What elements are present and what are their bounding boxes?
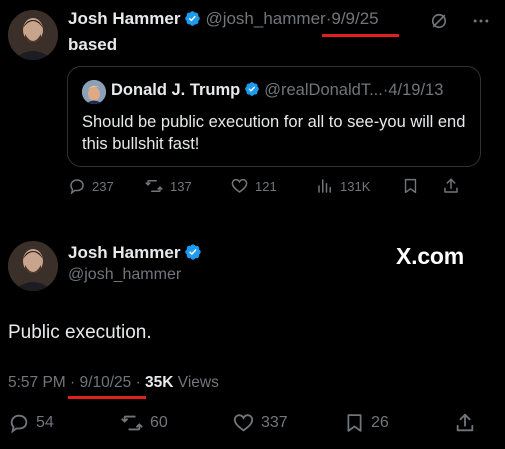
post2-date-annotation-underline — [68, 396, 146, 399]
share-icon — [454, 412, 476, 434]
quoted-author-avatar[interactable] — [82, 80, 106, 104]
post1-author-avatar[interactable] — [8, 10, 58, 60]
verified-badge-icon — [184, 243, 202, 261]
post2-meta: 5:57 PM · 9/10/25 · 35K Views — [8, 374, 219, 392]
repost-icon — [120, 412, 144, 434]
share-button[interactable] — [454, 412, 476, 434]
x-com-watermark: X.com — [396, 243, 465, 269]
like-count: 337 — [261, 414, 288, 431]
like-icon — [230, 177, 249, 195]
repost-count: 137 — [170, 178, 192, 194]
repost-button[interactable]: 60 — [120, 412, 232, 434]
quoted-author-name[interactable]: Donald J. Trump — [111, 81, 240, 99]
post2-handle[interactable]: @josh_hammer — [68, 266, 181, 284]
reply-count: 237 — [92, 178, 114, 194]
share-icon — [442, 177, 460, 195]
grok-icon[interactable] — [429, 11, 449, 36]
reply-button[interactable]: 54 — [8, 412, 120, 434]
quoted-header: Donald J. Trump @realDonaldT...·4/19/13 — [111, 81, 443, 100]
post1-author-name[interactable]: Josh Hammer — [68, 9, 180, 28]
post1-date-annotation-underline — [322, 34, 399, 37]
post1-header: Josh Hammer @josh_hammer·9/9/25 — [68, 9, 379, 29]
like-button[interactable]: 121 — [230, 177, 316, 195]
like-count: 121 — [255, 178, 277, 194]
repost-count: 60 — [150, 414, 168, 431]
post2-separator: · — [135, 374, 141, 391]
bookmark-icon — [344, 412, 365, 434]
verified-badge-icon — [244, 81, 260, 97]
verified-badge-icon — [184, 10, 201, 27]
post2-views-count[interactable]: 35K — [145, 374, 173, 391]
more-icon[interactable] — [471, 11, 491, 36]
bookmark-icon — [402, 177, 419, 195]
views-icon — [316, 177, 334, 195]
quoted-post[interactable]: Donald J. Trump @realDonaldT...·4/19/13 S… — [67, 66, 481, 167]
bookmark-button[interactable] — [402, 177, 442, 195]
views-count: 131K — [340, 178, 371, 194]
reply-icon — [8, 412, 30, 434]
post2-separator: · — [70, 374, 76, 391]
quoted-text: Should be public execution for all to se… — [82, 113, 466, 153]
quoted-date[interactable]: 4/19/13 — [388, 81, 443, 99]
post1-date[interactable]: 9/9/25 — [331, 9, 378, 28]
post2-time[interactable]: 5:57 PM — [8, 374, 66, 391]
post2-author-avatar[interactable] — [8, 241, 58, 291]
reply-button[interactable]: 237 — [68, 177, 144, 195]
post1-text: based — [68, 35, 118, 54]
reply-icon — [68, 177, 86, 195]
quoted-handle[interactable]: @realDonaldT... — [264, 81, 383, 99]
views-button[interactable]: 131K — [316, 177, 402, 195]
post1-top-actions — [429, 11, 491, 36]
share-button[interactable] — [442, 177, 460, 195]
post1-handle[interactable]: @josh_hammer — [205, 9, 325, 28]
post2-text: Public execution. — [8, 322, 152, 343]
post2-action-bar: 54 60 337 26 — [8, 412, 476, 434]
post2-views-label: Views — [177, 374, 219, 391]
post2-date[interactable]: 9/10/25 — [80, 374, 132, 391]
like-button[interactable]: 337 — [232, 412, 344, 434]
bookmark-button[interactable]: 26 — [344, 412, 454, 434]
post2-author-name[interactable]: Josh Hammer — [68, 243, 180, 262]
post2-author-name-row: Josh Hammer — [68, 243, 202, 263]
bookmark-count: 26 — [371, 414, 389, 431]
post1-action-bar: 237 137 121 131K — [68, 177, 460, 195]
repost-button[interactable]: 137 — [144, 177, 230, 195]
like-icon — [232, 412, 255, 434]
reply-count: 54 — [36, 414, 54, 431]
repost-icon — [144, 177, 164, 195]
